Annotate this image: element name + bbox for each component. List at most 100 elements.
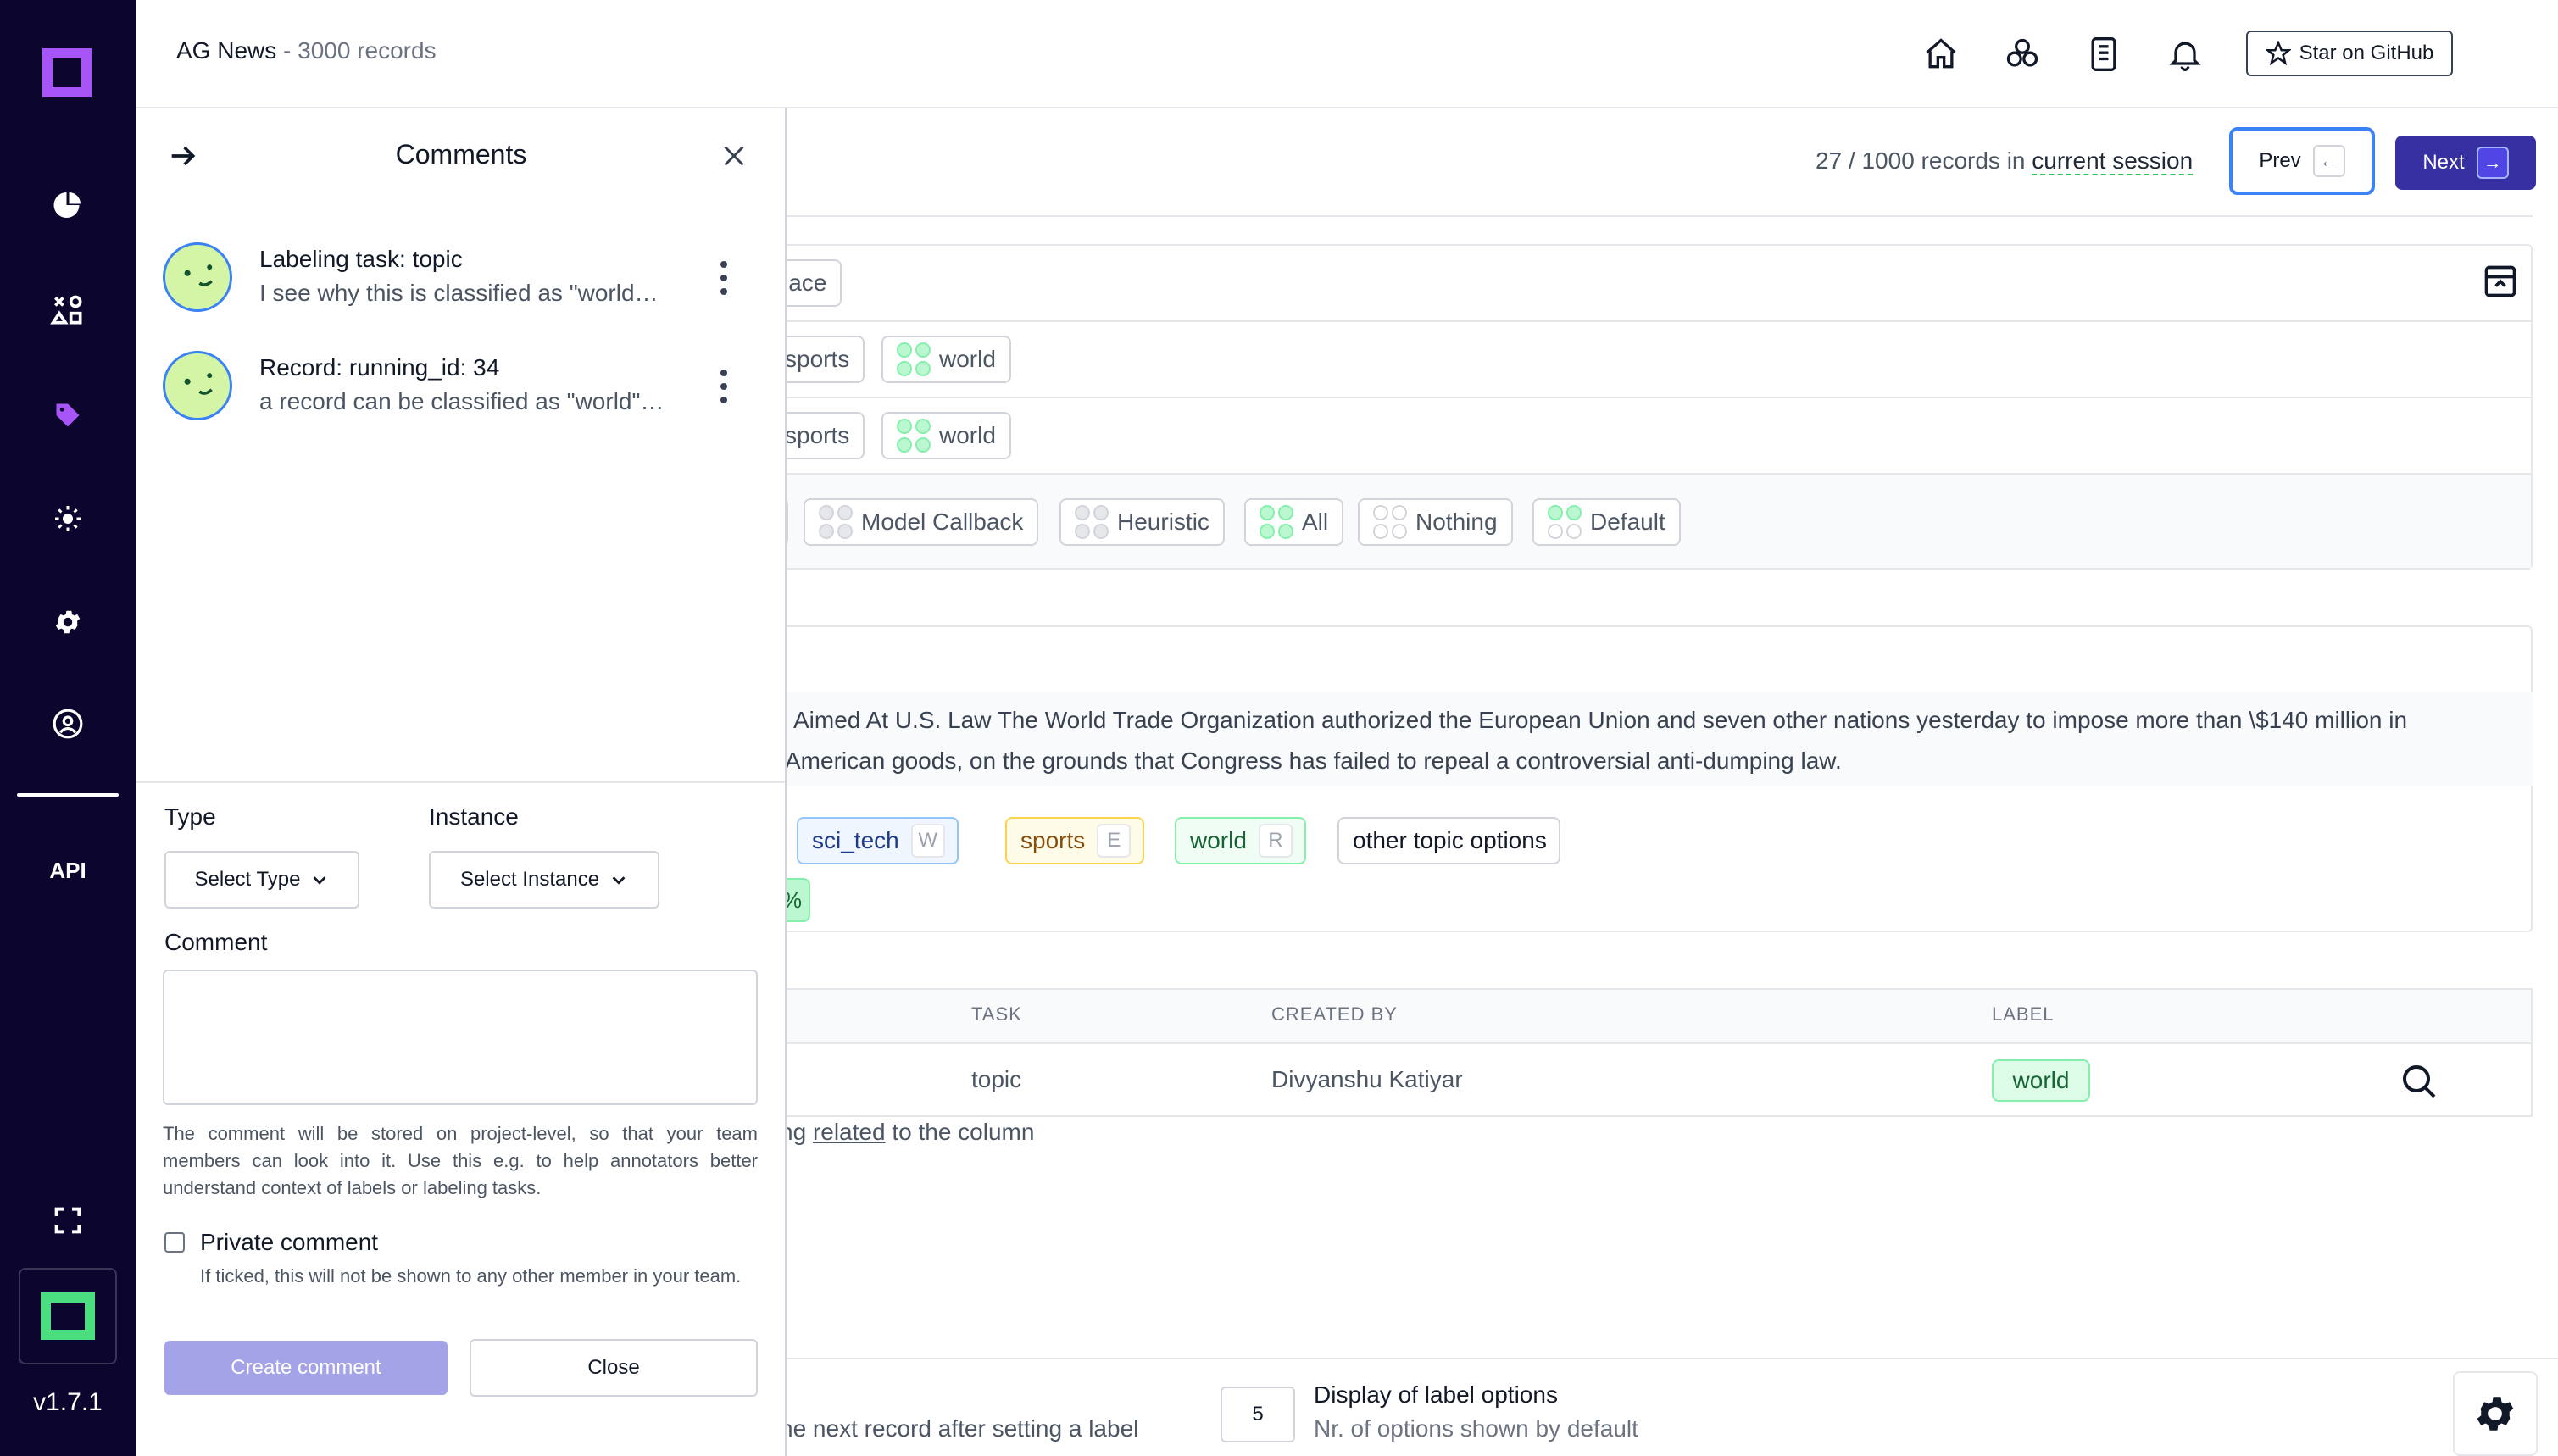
overview-icon[interactable] [42, 180, 93, 231]
docs-icon[interactable] [2083, 34, 2124, 75]
row-divider [763, 397, 2533, 398]
dots-icon [1373, 505, 1407, 539]
chip-label: Heuristic [1117, 508, 1209, 535]
other-options-button[interactable]: other topic options [1337, 817, 1560, 864]
chevron-down-icon [314, 876, 326, 885]
filter-chip-world[interactable]: world [881, 412, 1011, 459]
close-button[interactable]: Close [470, 1339, 758, 1397]
private-comment-checkbox[interactable] [164, 1232, 185, 1253]
kern-logo[interactable] [19, 1268, 117, 1364]
comment-title: Labeling task: topic [259, 246, 463, 272]
version-label: v1.7.1 [33, 1388, 103, 1416]
chevron-down-icon [612, 876, 626, 885]
comment-item[interactable]: Labeling task: topic I see why this is c… [163, 242, 756, 336]
other-options-label: other topic options [1353, 827, 1547, 853]
hotkey: W [910, 824, 945, 858]
sidebar-divider [17, 793, 119, 797]
sidebar: API v1.7.1 [0, 0, 136, 1456]
label-option-sports[interactable]: sports E [1005, 817, 1145, 864]
app-logo[interactable] [42, 48, 92, 97]
comment-item[interactable]: Record: running_id: 34 a record can be c… [163, 351, 756, 444]
table-row [763, 1044, 2533, 1117]
label-option-world[interactable]: world R [1175, 817, 1306, 864]
filter-chip-default[interactable]: Default [1532, 498, 1681, 546]
comment-text: a record can be classified as "world" if… [259, 388, 666, 414]
chip-label: Default [1590, 508, 1665, 535]
community-icon[interactable] [2002, 34, 2043, 75]
home-icon[interactable] [1921, 34, 1961, 75]
current-session-link[interactable]: current session [2032, 147, 2194, 175]
chip-label: Model Callback [861, 508, 1024, 535]
filter-chip-heuristic[interactable]: Heuristic [1059, 498, 1225, 546]
column-header-created-by: CREATED BY [1271, 1003, 1398, 1025]
display-count-input[interactable]: 5 [1221, 1387, 1295, 1442]
column-header-label: LABEL [1992, 1003, 2055, 1025]
chip-label: sports [785, 346, 850, 372]
dots-icon [897, 342, 931, 376]
dots-icon [819, 505, 853, 539]
session-info: 27 / 1000 records in current session [1816, 147, 2194, 175]
github-label: Star on GitHub [2299, 42, 2434, 64]
search-icon[interactable] [2399, 1061, 2439, 1102]
display-options-title: Display of label options [1314, 1381, 1558, 1408]
label-name: world [1190, 827, 1247, 853]
collapse-icon[interactable] [2482, 263, 2519, 300]
admin-icon[interactable] [42, 698, 93, 749]
next-button[interactable]: Next → [2395, 136, 2536, 190]
create-comment-button[interactable]: Create comment [164, 1341, 448, 1395]
dots-icon [1260, 505, 1293, 539]
more-options-icon[interactable] [715, 370, 732, 403]
labeling-icon[interactable] [42, 390, 93, 441]
top-bar: AG News - 3000 records Star on GitHub [136, 0, 2558, 108]
prev-button[interactable]: Prev ← [2229, 127, 2375, 195]
star-icon [2265, 41, 2291, 66]
filter-chip-nothing[interactable]: Nothing [1358, 498, 1513, 546]
comment-label: Comment [164, 929, 268, 955]
related-hint: ng related to the column [780, 1119, 1034, 1146]
bell-icon[interactable] [2165, 34, 2205, 75]
github-star-button[interactable]: Star on GitHub [2246, 31, 2453, 76]
instance-label: Instance [429, 803, 519, 830]
arrow-left-icon: ← [2312, 145, 2345, 177]
heuristics-icon[interactable] [42, 285, 93, 336]
comment-textarea[interactable] [163, 970, 758, 1105]
instance-select[interactable]: Select Instance [429, 851, 659, 909]
instance-select-value: Select Instance [459, 868, 600, 891]
fullscreen-icon[interactable] [42, 1195, 93, 1246]
chip-label: world [939, 346, 996, 372]
comments-panel: Comments Labeling task: topic I see why … [136, 108, 787, 1456]
display-options-subtitle: Nr. of options shown by default [1314, 1415, 1638, 1442]
close-icon[interactable] [719, 141, 749, 171]
type-select-value: Select Type [194, 868, 301, 891]
label-name: sports [1020, 827, 1086, 853]
project-name: AG News [176, 37, 277, 64]
session-position: 27 / 1000 records in [1816, 147, 2032, 174]
related-link[interactable]: related [813, 1119, 886, 1145]
chip-label: sports [785, 422, 850, 448]
record-text: Aimed At U.S. Law The World Trade Organi… [785, 700, 2488, 781]
next-label: Next [2422, 151, 2465, 174]
filter-chip-world[interactable]: world [881, 336, 1011, 383]
hint-post: to the column [885, 1119, 1035, 1145]
table-header [763, 988, 2533, 1044]
project-title: AG News - 3000 records [176, 37, 437, 64]
header-divider [763, 215, 2533, 217]
avatar [163, 351, 232, 420]
settings-button[interactable] [2453, 1371, 2538, 1456]
type-select[interactable]: Select Type [164, 851, 359, 909]
filter-chip-model-callback[interactable]: Model Callback [804, 498, 1039, 546]
type-label: Type [164, 803, 216, 830]
label-option-sci-tech[interactable]: sci_tech W [797, 817, 959, 864]
title-separator: - [276, 37, 298, 64]
api-link[interactable]: API [0, 858, 136, 884]
column-header-task: TASK [971, 1003, 1022, 1025]
comment-title: Record: running_id: 34 [259, 354, 500, 381]
row-divider [763, 320, 2533, 322]
chip-label: All [1302, 508, 1329, 535]
private-comment-help: If ticked, this will not be shown to any… [200, 1265, 742, 1287]
filter-chip-all[interactable]: All [1244, 498, 1344, 546]
models-icon[interactable] [42, 493, 93, 544]
comments-title: Comments [395, 139, 527, 169]
settings-icon[interactable] [42, 597, 93, 647]
more-options-icon[interactable] [715, 261, 732, 295]
